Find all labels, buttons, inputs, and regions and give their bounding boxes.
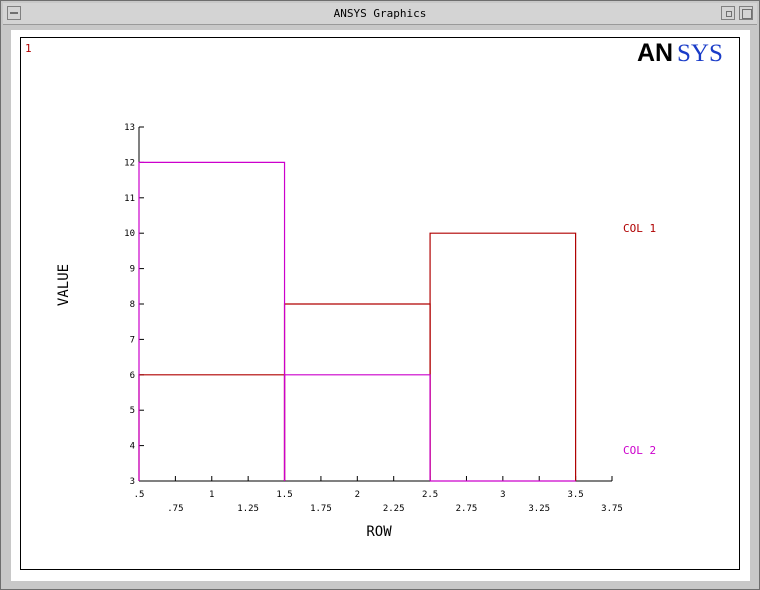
bar-col2-row2 [283,374,431,481]
x-axis-label: ROW [366,524,392,540]
histogram-chart: 1 AN SYS 3 4 5 6 7 8 9 10 11 12 13 .5 1 1.5 2 2.5 3 3.5 .7… [25,39,723,540]
ansys-logo: AN SYS [637,39,723,67]
x-tick-label-minor: 2.25 [383,504,405,514]
y-tick-label: 7 [130,335,135,345]
y-tick-label: 10 [124,229,135,239]
x-tick-label-major: .5 [134,490,145,500]
y-tick-label: 4 [130,442,135,452]
x-tick-label-major: 3.5 [567,490,583,500]
y-axis-label: VALUE [56,264,72,306]
y-tick-label: 12 [124,158,135,168]
logo-part-an: AN [637,39,673,67]
y-tick-label: 6 [130,371,135,381]
bar-col2-row1 [138,161,286,481]
y-tick-label: 13 [124,123,135,133]
ansys-graphics-window: ANSYS Graphics 1 AN SYS 3 4 5 6 7 8 9 10 11 12 13.… [0,0,760,590]
maximize-icon [742,9,752,19]
x-tick-label-minor: .75 [167,504,183,514]
x-tick-label-minor: 3.25 [528,504,550,514]
y-tick-label: 9 [130,265,135,275]
x-tick-label-minor: 1.25 [237,504,259,514]
y-tick-label: 11 [124,194,135,204]
x-tick-label-major: 1 [209,490,214,500]
bar-col1-row1 [138,374,286,481]
y-tick-label: 3 [130,477,135,487]
graphics-canvas: 1 AN SYS 3 4 5 6 7 8 9 10 11 12 13 .5 1 1.5 2 2.5 3 3.5 .7… [11,30,750,581]
y-tick-label: 5 [130,406,135,416]
x-tick-label-major: 1.5 [276,490,292,500]
x-tick-label-major: 2.5 [422,490,438,500]
window-title: ANSYS Graphics [333,7,427,20]
viewport-number: 1 [25,42,32,55]
maximize-button[interactable] [739,6,753,20]
legend-entry-col1: COL 1 [623,222,656,235]
bar-col1-row2 [283,303,431,481]
title-bar[interactable]: ANSYS Graphics [3,3,757,25]
minimize-icon [726,11,732,17]
logo-part-sys: SYS [677,40,723,67]
x-tick-label-minor: 3.75 [601,504,623,514]
x-tick-label-major: 2 [355,490,360,500]
x-tick-label-major: 3 [500,490,505,500]
y-tick-label: 8 [130,300,135,310]
x-tick-label-minor: 2.75 [456,504,478,514]
minimize-button[interactable] [721,6,735,20]
x-tick-label-minor: 1.75 [310,504,332,514]
legend-entry-col2: COL 2 [623,444,656,457]
bar-col1-row3 [429,232,577,481]
